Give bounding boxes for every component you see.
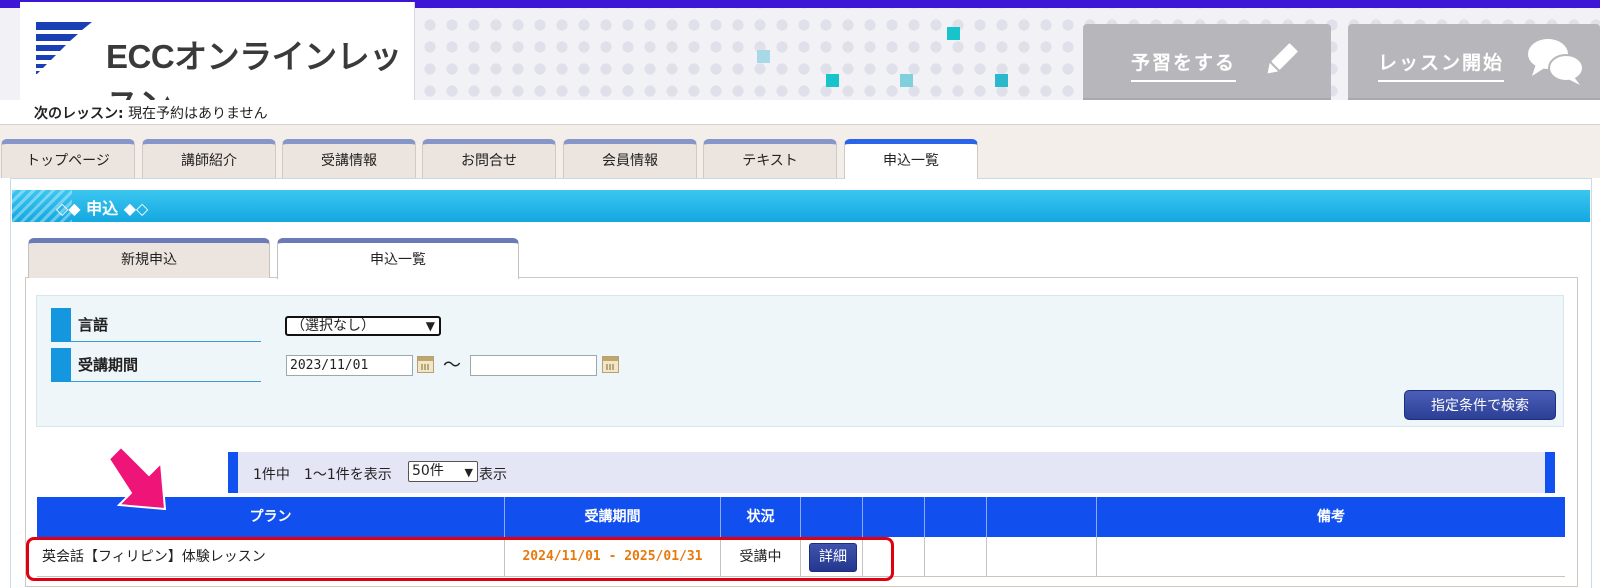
- decor-square: [947, 27, 960, 40]
- table-cell-blank: [987, 537, 1097, 577]
- tab-teachers[interactable]: 講師紹介: [142, 139, 276, 178]
- subtab-application-list[interactable]: 申込一覧: [277, 238, 519, 279]
- tab-application-list[interactable]: 申込一覧: [844, 139, 978, 179]
- tab-label: お問合せ: [461, 153, 517, 169]
- pointer-arrow-icon: [107, 447, 167, 511]
- tab-member-info[interactable]: 会員情報: [563, 139, 697, 178]
- column-header-blank: [801, 497, 863, 537]
- filter-box: [36, 295, 1564, 427]
- table-cell-remarks: [1097, 537, 1565, 577]
- decor-square: [900, 74, 913, 87]
- chat-bubbles-icon: [1528, 39, 1584, 85]
- date-range-tilde: ～: [443, 355, 461, 376]
- tab-label: 申込一覧: [883, 153, 939, 169]
- chevron-down-icon: ▼: [464, 466, 473, 479]
- next-lesson-label: 次のレッスン:: [34, 106, 124, 122]
- search-button[interactable]: 指定条件で検索: [1404, 390, 1556, 420]
- section-header-bar: [12, 190, 1590, 222]
- per-page-suffix: 表示: [479, 467, 507, 483]
- tab-label: 会員情報: [602, 153, 658, 169]
- tab-contact[interactable]: お問合せ: [422, 139, 556, 178]
- subtab-new-application[interactable]: 新規申込: [28, 238, 270, 278]
- language-filter-label: 言語: [51, 308, 261, 342]
- logo-text: ECCオンラインレッスン: [106, 38, 402, 100]
- calendar-icon[interactable]: [417, 356, 434, 373]
- site-header: ECCオンラインレッスン 予習をする レッスン開始: [0, 0, 1600, 100]
- tab-top-page[interactable]: トップページ: [1, 139, 135, 178]
- column-header-status: 状況: [721, 497, 801, 537]
- table-cell-blank: [925, 537, 987, 577]
- tab-label: テキスト: [742, 153, 798, 169]
- decor-square: [757, 50, 770, 63]
- column-header-blank: [863, 497, 925, 537]
- decor-square: [995, 74, 1008, 87]
- per-page-select[interactable]: 50件 ▼: [408, 461, 478, 482]
- column-header-blank: [987, 497, 1097, 537]
- next-lesson-value: 現在予約はありません: [128, 106, 268, 122]
- tab-text[interactable]: テキスト: [703, 139, 837, 178]
- language-select[interactable]: （選択なし） ▼: [285, 316, 441, 336]
- period-filter-label: 受講期間: [51, 348, 261, 382]
- ecc-logo-icon: [36, 22, 92, 74]
- tab-label: 受講情報: [321, 153, 377, 169]
- subtab-label: 新規申込: [121, 252, 177, 268]
- column-header-remarks: 備考: [1097, 497, 1565, 537]
- pencil-icon: [1267, 43, 1298, 74]
- date-to-input[interactable]: [470, 355, 597, 376]
- decor-square: [826, 74, 839, 87]
- language-select-value: （選択なし）: [291, 318, 375, 334]
- tab-label: トップページ: [26, 153, 110, 169]
- chevron-down-icon: ▼: [425, 319, 435, 333]
- section-title: ◇◆ 申込 ◆◇: [56, 199, 149, 218]
- highlight-box: [26, 537, 894, 581]
- next-lesson-info: 次のレッスン: 現在予約はありません: [34, 103, 268, 123]
- tab-course-info[interactable]: 受講情報: [282, 139, 416, 178]
- logo[interactable]: ECCオンラインレッスン: [20, 2, 415, 100]
- result-count-text: 1件中 1〜1件を表示: [253, 467, 392, 483]
- preview-button-label: 予習をする: [1131, 48, 1237, 82]
- start-lesson-button-label: レッスン開始: [1378, 48, 1505, 82]
- calendar-icon[interactable]: [602, 356, 619, 373]
- per-page-value: 50件: [412, 463, 444, 479]
- preview-button[interactable]: 予習をする: [1083, 24, 1331, 100]
- date-from-input[interactable]: 2023/11/01: [286, 355, 413, 376]
- column-header-period: 受講期間: [505, 497, 721, 537]
- column-header-blank: [925, 497, 987, 537]
- tab-label: 講師紹介: [181, 153, 237, 169]
- start-lesson-button[interactable]: レッスン開始: [1348, 24, 1600, 100]
- subtab-label: 申込一覧: [370, 252, 426, 268]
